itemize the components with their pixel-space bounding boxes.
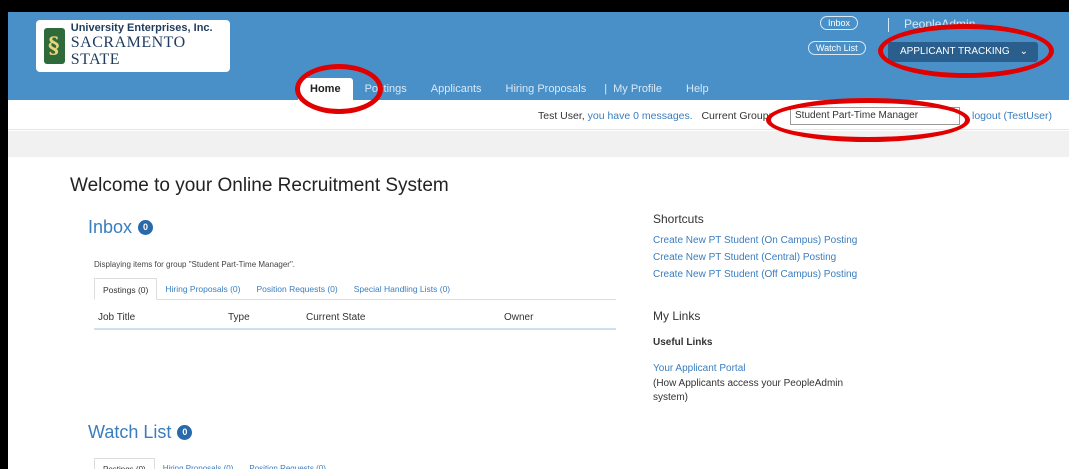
- inbox-count-badge: 0: [138, 220, 154, 235]
- user-greeting: Test User, you have 0 messages. Current …: [538, 110, 771, 122]
- column-type[interactable]: Type: [228, 312, 250, 323]
- tab-hiring-proposals[interactable]: Hiring Proposals (0): [157, 278, 248, 300]
- inbox-pill[interactable]: Inbox: [820, 16, 859, 30]
- inbox-tabs: Postings (0) Hiring Proposals (0) Positi…: [94, 278, 616, 300]
- watchlist-title: Watch List: [88, 422, 172, 442]
- watchlist-tab-hiring-proposals[interactable]: Hiring Proposals (0): [155, 458, 242, 469]
- shortcut-on-campus[interactable]: Create New PT Student (On Campus) Postin…: [653, 232, 873, 249]
- module-label: APPLICANT TRACKING: [900, 46, 1010, 57]
- header-strip: [8, 131, 1069, 157]
- watchlist-pill[interactable]: Watch List: [808, 41, 866, 55]
- shortcut-off-campus[interactable]: Create New PT Student (Off Campus) Posti…: [653, 266, 873, 283]
- nav-hiring-proposals[interactable]: Hiring Proposals: [494, 78, 599, 100]
- current-group-label: Current Group:: [701, 110, 772, 122]
- logout-link[interactable]: logout (TestUser): [972, 110, 1052, 122]
- watchlist-tabs: Postings (0) Hiring Proposals (0) Positi…: [94, 458, 616, 469]
- nav-separator: |: [604, 83, 608, 95]
- watchlist-tab-position-requests[interactable]: Position Requests (0): [241, 458, 333, 469]
- page-title: Welcome to your Online Recruitment Syste…: [70, 175, 449, 196]
- chevron-down-icon: ⌄: [1019, 46, 1028, 57]
- tab-special-handling-lists[interactable]: Special Handling Lists (0): [346, 278, 458, 300]
- current-group-select[interactable]: Student Part-Time Manager: [790, 107, 960, 125]
- logo-campus-name: SACRAMENTO STATE: [70, 33, 186, 68]
- top-header: University Enterprises, Inc. SACRAMENTO …: [8, 12, 1069, 100]
- watchlist-tab-postings[interactable]: Postings (0): [94, 458, 155, 469]
- nav-help[interactable]: Help: [674, 78, 721, 100]
- sidebar: Shortcuts Create New PT Student (On Camp…: [653, 212, 873, 405]
- inbox-description: Displaying items for group "Student Part…: [94, 260, 296, 269]
- inbox-title: Inbox: [88, 217, 133, 237]
- tab-postings[interactable]: Postings (0): [94, 278, 158, 300]
- tab-position-requests[interactable]: Position Requests (0): [248, 278, 345, 300]
- watchlist-count-badge: 0: [177, 425, 193, 440]
- useful-links-heading: Useful Links: [653, 337, 713, 348]
- user-name[interactable]: PeopleAdmin: [904, 17, 975, 31]
- column-job-title[interactable]: Job Title: [98, 312, 135, 323]
- nav-postings[interactable]: Postings: [353, 78, 419, 100]
- nav-home[interactable]: Home: [298, 78, 353, 100]
- university-logo[interactable]: University Enterprises, Inc. SACRAMENTO …: [36, 20, 230, 72]
- shortcut-central[interactable]: Create New PT Student (Central) Posting: [653, 249, 873, 266]
- shortcuts-heading: Shortcuts: [653, 212, 704, 226]
- main-nav: Home Postings Applicants Hiring Proposal…: [298, 74, 721, 100]
- nav-applicants[interactable]: Applicants: [419, 78, 494, 100]
- watchlist-heading: Watch List 0: [88, 422, 193, 443]
- inbox-table-header: Job Title Type Current State Owner: [94, 308, 616, 330]
- messages-link[interactable]: you have 0 messages.: [588, 110, 693, 122]
- seal-icon: [44, 28, 65, 64]
- nav-my-profile[interactable]: My Profile: [607, 78, 674, 100]
- user-greeting-name: Test User,: [538, 110, 585, 122]
- inbox-heading: Inbox 0: [88, 217, 154, 238]
- app-frame: University Enterprises, Inc. SACRAMENTO …: [8, 12, 1069, 469]
- status-bar: Test User, you have 0 messages. Current …: [8, 100, 1069, 130]
- applicant-portal-note: (How Applicants access your PeopleAdmin …: [653, 378, 844, 403]
- module-switcher-button[interactable]: APPLICANT TRACKING ⌄: [888, 42, 1038, 62]
- column-current-state[interactable]: Current State: [306, 312, 365, 323]
- applicant-portal-link[interactable]: Your Applicant Portal: [653, 360, 873, 377]
- column-owner[interactable]: Owner: [504, 312, 533, 323]
- mylinks-heading: My Links: [653, 309, 701, 323]
- header-divider: [888, 18, 889, 32]
